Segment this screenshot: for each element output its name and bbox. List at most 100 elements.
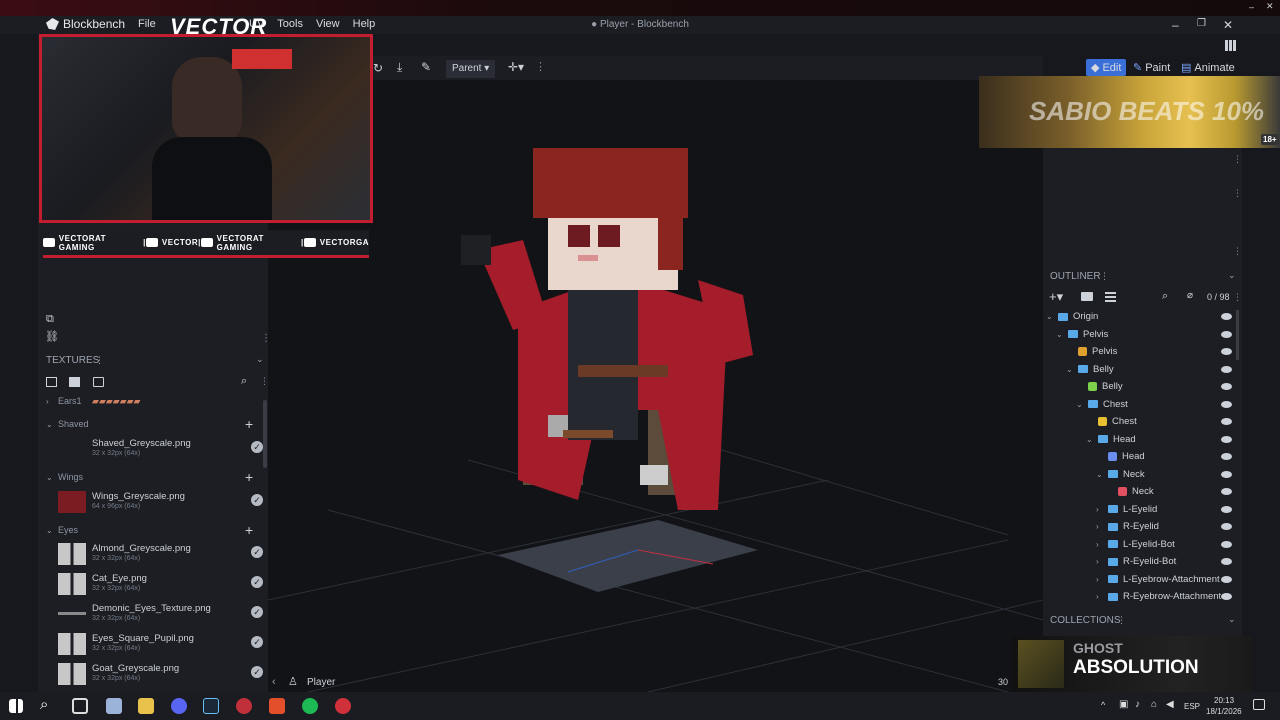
chevron-down-icon[interactable]: ⌄ bbox=[1066, 365, 1074, 374]
mode-edit-button[interactable]: ◆ Edit bbox=[1086, 59, 1127, 76]
texture-group-icon[interactable] bbox=[93, 377, 104, 387]
duplicate-icon[interactable]: ⧉ bbox=[46, 313, 54, 326]
obs-app-icon[interactable] bbox=[236, 698, 252, 714]
visibility-eye-icon[interactable] bbox=[1221, 313, 1232, 320]
outliner-row[interactable]: Pelvis bbox=[1066, 343, 1117, 360]
texture-group-wings[interactable]: ⌄ Wings bbox=[46, 472, 83, 482]
spotify-app-icon[interactable] bbox=[302, 698, 318, 714]
visibility-eye-icon[interactable] bbox=[1221, 400, 1232, 408]
search-icon[interactable]: ⌕ bbox=[1162, 290, 1168, 303]
chevron-down-icon[interactable]: ⌄ bbox=[1076, 400, 1084, 409]
texture-item[interactable]: Almond_Greyscale.png 32 x 32px (64x) ✓ bbox=[58, 541, 263, 569]
pivot-tool-icon[interactable]: ⤓ bbox=[397, 60, 402, 75]
close-icon[interactable]: ✕ bbox=[1223, 18, 1233, 32]
outliner-row[interactable]: › R-Eyelid-Bot bbox=[1096, 553, 1176, 570]
check-icon[interactable]: ✓ bbox=[251, 546, 263, 558]
outliner-row[interactable]: › R-Eyebrow-Attachment bbox=[1096, 588, 1221, 605]
discord-app-icon[interactable] bbox=[171, 698, 187, 714]
tray-app-icon[interactable]: ▣ bbox=[1119, 699, 1128, 710]
textures-menu-icon[interactable]: ⋮ bbox=[95, 355, 104, 366]
check-icon[interactable]: ✓ bbox=[251, 606, 263, 618]
collections-collapse-icon[interactable]: ⌄ bbox=[1228, 614, 1236, 625]
outliner-row[interactable]: › L-Eyelid bbox=[1096, 501, 1157, 518]
chevron-right-icon[interactable]: › bbox=[1096, 505, 1104, 514]
visibility-eye-icon[interactable] bbox=[1221, 418, 1232, 425]
check-icon[interactable]: ✓ bbox=[251, 494, 263, 506]
chevron-down-icon[interactable]: ⌄ bbox=[1096, 470, 1104, 479]
visibility-eye-icon[interactable] bbox=[1221, 348, 1232, 355]
chevron-right-icon[interactable]: › bbox=[1096, 522, 1104, 531]
outliner-row[interactable]: Chest bbox=[1086, 413, 1137, 430]
textures-collapse-icon[interactable]: ⌄ bbox=[256, 354, 264, 365]
network-icon[interactable]: ⌂ bbox=[1151, 699, 1157, 710]
outliner-scrollbar[interactable] bbox=[1236, 310, 1239, 360]
blockbench-app-icon[interactable] bbox=[335, 698, 351, 714]
minimize-icon[interactable]: – bbox=[1172, 18, 1179, 32]
check-icon[interactable]: ✓ bbox=[251, 576, 263, 588]
check-icon[interactable]: ✓ bbox=[251, 636, 263, 648]
outliner-more-icon[interactable]: ⋮ bbox=[1233, 292, 1242, 303]
outliner-row[interactable]: ⌄ Head bbox=[1086, 431, 1136, 448]
collections-menu-icon[interactable]: ⋮ bbox=[1117, 615, 1126, 626]
maximize-icon[interactable]: ❐ bbox=[1197, 18, 1206, 29]
outliner-row[interactable]: Neck bbox=[1106, 483, 1154, 500]
task-view-icon[interactable] bbox=[72, 698, 88, 714]
chevron-right-icon[interactable]: › bbox=[1096, 592, 1104, 601]
search-icon[interactable]: ⌕ bbox=[241, 375, 247, 388]
clock-date[interactable]: 18/1/2026 bbox=[1206, 707, 1242, 716]
outliner-row[interactable]: ⌄ Pelvis bbox=[1056, 326, 1108, 343]
tray-chevron-icon[interactable]: ^ bbox=[1101, 700, 1105, 710]
outliner-row[interactable]: ⌄ Belly bbox=[1066, 361, 1114, 378]
texture-group-ears[interactable]: › Ears1 ▰▰▰▰▰▰▰ bbox=[46, 396, 140, 407]
windows-start-icon[interactable] bbox=[9, 699, 23, 713]
sort-icon[interactable] bbox=[1105, 292, 1116, 302]
os-minimize-icon[interactable]: – bbox=[1249, 2, 1254, 12]
outliner-row[interactable]: ⌄ Neck bbox=[1096, 466, 1145, 483]
texture-item[interactable]: Goat_Greyscale.png 32 x 32px (64x) ✓ bbox=[58, 661, 263, 689]
chevron-right-icon[interactable]: › bbox=[1096, 557, 1104, 566]
brush-tool-icon[interactable]: ✎ bbox=[421, 60, 431, 74]
outliner-row[interactable]: ⌄ Chest bbox=[1076, 396, 1128, 413]
mode-animate-button[interactable]: ▤ Animate bbox=[1181, 61, 1235, 75]
move-tool-icon[interactable]: ✛▾ bbox=[508, 60, 524, 74]
outliner-row[interactable]: ⌄ Origin bbox=[1046, 308, 1098, 325]
brave-app-icon[interactable] bbox=[269, 698, 285, 714]
texture-item[interactable]: Demonic_Eyes_Texture.png 32 x 32px (64x)… bbox=[58, 601, 263, 629]
add-element-icon[interactable]: +▾ bbox=[1049, 289, 1063, 305]
texture-item[interactable]: Cat_Eye.png 32 x 32px (64x) ✓ bbox=[58, 571, 263, 599]
chevron-down-icon[interactable]: ⌄ bbox=[1086, 435, 1094, 444]
panel-more-icon[interactable]: ⋮ bbox=[1233, 188, 1242, 199]
import-texture-icon[interactable] bbox=[46, 377, 57, 387]
outliner-row[interactable]: Head bbox=[1096, 448, 1145, 465]
visibility-eye-icon[interactable] bbox=[1221, 383, 1232, 390]
check-icon[interactable]: ✓ bbox=[251, 441, 263, 453]
chevron-left-icon[interactable]: ‹ bbox=[272, 676, 276, 688]
add-group-icon[interactable] bbox=[1081, 292, 1093, 301]
mode-paint-button[interactable]: ✎ Paint bbox=[1133, 61, 1170, 75]
panel-more-icon[interactable]: ⋮ bbox=[1233, 154, 1242, 165]
grid-menu-icon[interactable] bbox=[1225, 40, 1236, 51]
outliner-row[interactable]: › R-Eyelid bbox=[1096, 518, 1159, 535]
texture-item[interactable]: Shaved_Greyscale.png 32 x 32px (64x) ✓ bbox=[58, 436, 263, 464]
visibility-eye-icon[interactable] bbox=[1221, 558, 1232, 565]
explorer-app-icon[interactable] bbox=[106, 698, 122, 714]
notifications-icon[interactable] bbox=[1253, 699, 1265, 710]
volume-icon[interactable]: ◀ bbox=[1166, 699, 1174, 710]
check-icon[interactable]: ✓ bbox=[251, 666, 263, 678]
visibility-eye-icon[interactable] bbox=[1221, 575, 1232, 583]
folder-app-icon[interactable] bbox=[138, 698, 154, 714]
visibility-eye-icon[interactable] bbox=[1221, 488, 1232, 495]
visibility-eye-icon[interactable] bbox=[1221, 540, 1232, 548]
chevron-right-icon[interactable]: › bbox=[1096, 540, 1104, 549]
link-icon[interactable]: ⛓ bbox=[45, 330, 59, 343]
language-indicator[interactable]: ESP bbox=[1184, 702, 1200, 711]
outliner-menu-icon[interactable]: ⋮ bbox=[1100, 271, 1109, 282]
visibility-eye-icon[interactable] bbox=[1221, 365, 1232, 373]
texture-item[interactable]: Wings_Greyscale.png 64 x 96px (64x) ✓ bbox=[58, 489, 263, 517]
add-texture-button[interactable]: + bbox=[245, 469, 253, 485]
chevron-down-icon[interactable]: ⌄ bbox=[1056, 330, 1064, 339]
outliner-row[interactable]: Belly bbox=[1076, 378, 1123, 395]
paperclip-icon[interactable]: ⌀ bbox=[1187, 290, 1193, 301]
visibility-eye-icon[interactable] bbox=[1221, 435, 1232, 443]
search-icon[interactable]: ⌕ bbox=[40, 696, 48, 713]
